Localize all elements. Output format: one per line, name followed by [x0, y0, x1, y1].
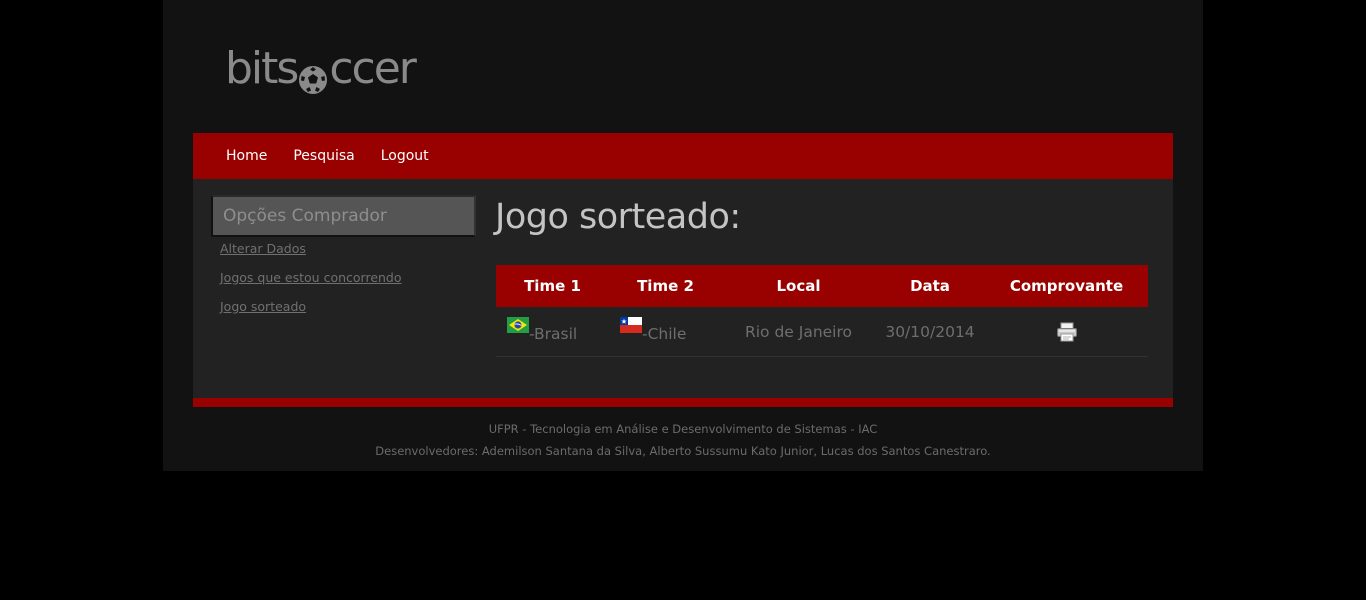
draw-result-table: Time 1 Time 2 Local Data Comprovante -Br… [496, 265, 1148, 357]
sidebar-link-alterar-dados[interactable]: Alterar Dados [220, 241, 306, 256]
nav-logout-link[interactable]: Logout [381, 148, 429, 164]
footer-developers: Desenvolvedores: Ademilson Santana da Si… [375, 444, 991, 458]
main-navbar: Home Pesquisa Logout [193, 133, 1173, 179]
logo-text-start: bits [225, 42, 299, 94]
receipt-cell [985, 307, 1148, 357]
team2-name: -Chile [642, 324, 687, 343]
sidebar-title: Opções Comprador [211, 195, 476, 237]
logo-text-end: ccer [329, 42, 417, 94]
column-header-local: Local [722, 265, 875, 307]
sidebar-link-jogo-sorteado[interactable]: Jogo sorteado [220, 299, 306, 314]
column-header-time1: Time 1 [496, 265, 609, 307]
column-header-time2: Time 2 [609, 265, 722, 307]
soccer-ball-icon [298, 55, 328, 94]
chile-flag-icon [620, 316, 642, 333]
nav-home-link[interactable]: Home [226, 148, 267, 164]
content-bottom-bar [193, 398, 1173, 407]
local-cell: Rio de Janeiro [722, 307, 875, 357]
printer-icon[interactable] [1056, 322, 1078, 342]
footer-institution: UFPR - Tecnologia em Análise e Desenvolv… [488, 422, 878, 436]
page-wrapper: bits ccer Home Pesquisa Logout Opções Co… [163, 0, 1203, 471]
team1-name: -Brasil [529, 324, 578, 343]
content-area: Opções Comprador Alterar Dados Jogos que… [193, 179, 1173, 398]
team1-cell: -Brasil [496, 307, 609, 357]
site-logo[interactable]: bits ccer [225, 40, 417, 96]
column-header-comprovante: Comprovante [985, 265, 1148, 307]
team2-cell: -Chile [609, 307, 722, 357]
column-header-data: Data [875, 265, 985, 307]
sidebar-link-jogos-concorrendo[interactable]: Jogos que estou concorrendo [220, 270, 402, 285]
nav-pesquisa-link[interactable]: Pesquisa [293, 148, 354, 164]
brazil-flag-icon [507, 316, 529, 333]
table-row: -Brasil -Chile Rio de Janeiro 30/10/2014 [496, 307, 1148, 357]
page-footer: UFPR - Tecnologia em Análise e Desenvolv… [163, 418, 1203, 462]
date-cell: 30/10/2014 [875, 307, 985, 357]
table-header-row: Time 1 Time 2 Local Data Comprovante [496, 265, 1148, 307]
page-title: Jogo sorteado: [495, 197, 741, 237]
